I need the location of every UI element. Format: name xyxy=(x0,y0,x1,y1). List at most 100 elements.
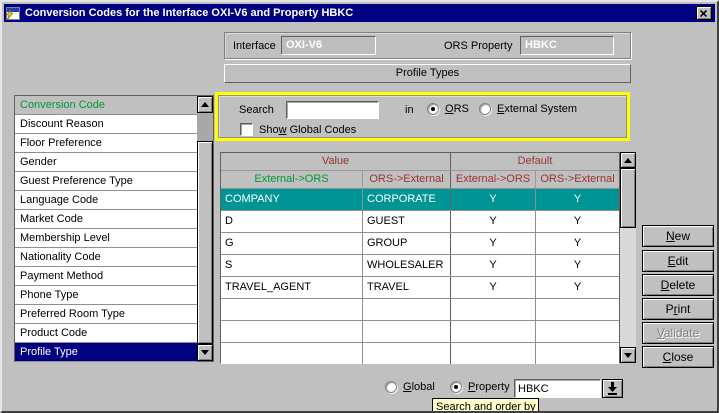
property-lov-button[interactable] xyxy=(602,379,623,398)
search-label: Search xyxy=(239,104,274,116)
list-item-selected[interactable]: Profile Type xyxy=(15,343,197,362)
conversion-code-list: Conversion Code Discount Reason Floor Pr… xyxy=(14,95,214,362)
default-group-header: Default xyxy=(451,153,619,170)
table-cell: Y xyxy=(451,211,536,232)
list-item[interactable]: Language Code xyxy=(15,191,197,210)
scroll-thumb[interactable] xyxy=(620,168,636,228)
column-header: External->ORS xyxy=(221,171,363,188)
up-arrow-icon xyxy=(624,158,632,163)
table-cell xyxy=(536,321,619,342)
list-item[interactable]: Market Code xyxy=(15,210,197,229)
show-global-codes-label: Show Global Codes xyxy=(259,124,356,136)
scroll-down-button[interactable] xyxy=(197,344,213,361)
window-title: Conversion Codes for the Interface OXI-V… xyxy=(25,7,353,19)
down-arrow-icon xyxy=(201,350,209,355)
list-item[interactable]: Discount Reason xyxy=(15,115,197,134)
checkbox-icon xyxy=(240,123,253,136)
table-row[interactable] xyxy=(221,298,619,320)
table-cell xyxy=(221,343,363,364)
scroll-down-button[interactable] xyxy=(620,347,636,363)
table-cell xyxy=(451,321,536,342)
list-item[interactable]: Nationality Code xyxy=(15,248,197,267)
property-radio[interactable]: Property xyxy=(450,381,510,393)
table-cell: Y xyxy=(451,277,536,298)
new-button-label: New xyxy=(666,229,690,243)
table-cell xyxy=(451,343,536,364)
table-cell: Y xyxy=(536,211,619,232)
group-header-row: Value Default xyxy=(221,153,619,170)
interface-field: OXI-V6 xyxy=(281,36,376,55)
scroll-track[interactable] xyxy=(197,113,213,141)
list-item[interactable]: Preferred Room Type xyxy=(15,305,197,324)
table-cell: WHOLESALER xyxy=(363,255,451,276)
titlebar[interactable]: Conversion Codes for the Interface OXI-V… xyxy=(4,4,715,22)
column-header-row: External->ORS ORS->External External->OR… xyxy=(221,170,619,188)
close-action-button[interactable]: Close xyxy=(642,346,714,368)
list-item[interactable]: Gender xyxy=(15,153,197,172)
up-arrow-icon xyxy=(201,102,209,107)
scroll-up-button[interactable] xyxy=(197,96,213,113)
close-button[interactable] xyxy=(696,6,712,20)
down-arrow-icon xyxy=(624,353,632,358)
delete-button[interactable]: Delete xyxy=(642,274,714,296)
table-cell: S xyxy=(221,255,363,276)
list-header: Conversion Code xyxy=(15,96,197,115)
table-cell: COMPANY xyxy=(221,189,363,210)
list-item[interactable]: Guest Preference Type xyxy=(15,172,197,191)
external-system-radio[interactable]: External System xyxy=(479,103,577,115)
tooltip: Search and order by xyxy=(432,398,539,413)
radio-icon xyxy=(427,103,439,115)
print-button[interactable]: Print xyxy=(642,298,714,320)
table-row[interactable]: TRAVEL_AGENT TRAVEL Y Y xyxy=(221,276,619,298)
table-row[interactable]: S WHOLESALER Y Y xyxy=(221,254,619,276)
delete-button-label: Delete xyxy=(661,278,696,292)
table-cell xyxy=(363,321,451,342)
table-row[interactable] xyxy=(221,320,619,342)
table-row[interactable]: D GUEST Y Y xyxy=(221,210,619,232)
new-button[interactable]: New xyxy=(642,225,714,247)
in-label: in xyxy=(405,104,414,116)
scroll-thumb[interactable] xyxy=(197,141,213,344)
table-cell: TRAVEL_AGENT xyxy=(221,277,363,298)
profile-types-header: Profile Types xyxy=(224,64,631,83)
global-radio-label: Global xyxy=(403,381,435,393)
table-row[interactable]: G GROUP Y Y xyxy=(221,232,619,254)
ors-property-field: HBKC xyxy=(520,36,614,55)
value-group-header: Value xyxy=(221,153,451,170)
table-row-selected[interactable]: COMPANY CORPORATE Y Y xyxy=(221,188,619,210)
table-cell xyxy=(536,343,619,364)
validate-button: Validate xyxy=(642,322,714,344)
table-cell: GROUP xyxy=(363,233,451,254)
column-header: ORS->External xyxy=(363,171,451,188)
list-item[interactable]: Phone Type xyxy=(15,286,197,305)
property-radio-label: Property xyxy=(468,381,510,393)
table-cell: TRAVEL xyxy=(363,277,451,298)
table-cell xyxy=(221,321,363,342)
table-cell: Y xyxy=(536,277,619,298)
table-scrollbar[interactable] xyxy=(620,152,636,363)
ors-radio[interactable]: ORS xyxy=(427,103,469,115)
show-global-codes-checkbox[interactable]: Show Global Codes xyxy=(240,123,356,136)
edit-button[interactable]: Edit xyxy=(642,250,714,272)
list-item[interactable]: Floor Preference xyxy=(15,134,197,153)
list-item[interactable]: Product Code xyxy=(15,324,197,343)
table-cell: Y xyxy=(536,255,619,276)
table-cell xyxy=(536,299,619,320)
table-row[interactable] xyxy=(221,342,619,364)
search-input[interactable] xyxy=(286,101,379,119)
close-icon xyxy=(700,10,708,17)
lightning-icon xyxy=(4,9,16,21)
column-header: External->ORS xyxy=(451,171,536,188)
list-item[interactable]: Payment Method xyxy=(15,267,197,286)
interface-panel: Interface OXI-V6 ORS Property HBKC xyxy=(224,32,631,59)
interface-label: Interface xyxy=(233,40,276,52)
global-radio[interactable]: Global xyxy=(385,381,435,393)
edit-button-label: Edit xyxy=(668,254,689,268)
property-code-input[interactable] xyxy=(514,379,601,398)
table-cell: Y xyxy=(536,189,619,210)
app-icon xyxy=(6,7,20,20)
scroll-up-button[interactable] xyxy=(620,152,636,168)
list-item[interactable]: Membership Level xyxy=(15,229,197,248)
table-cell: Y xyxy=(451,255,536,276)
list-scrollbar[interactable] xyxy=(197,96,213,361)
